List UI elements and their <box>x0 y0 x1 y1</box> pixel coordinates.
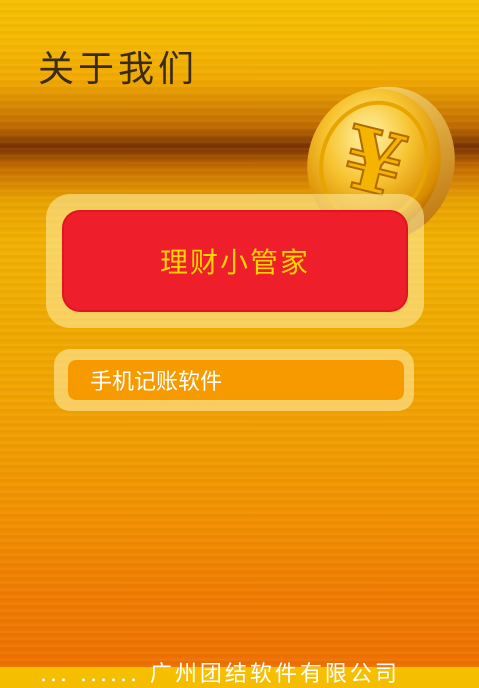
app-name: 理财小管家 <box>159 246 310 279</box>
app-description: 手机记账软件 <box>90 370 223 395</box>
company-text: ... ...... 广州团结软件有限公司 <box>40 662 400 687</box>
app-name-card: 理财小管家 <box>62 210 408 312</box>
page-title: 关于我们 <box>38 49 199 90</box>
description-card: 手机记账软件 <box>68 360 404 400</box>
